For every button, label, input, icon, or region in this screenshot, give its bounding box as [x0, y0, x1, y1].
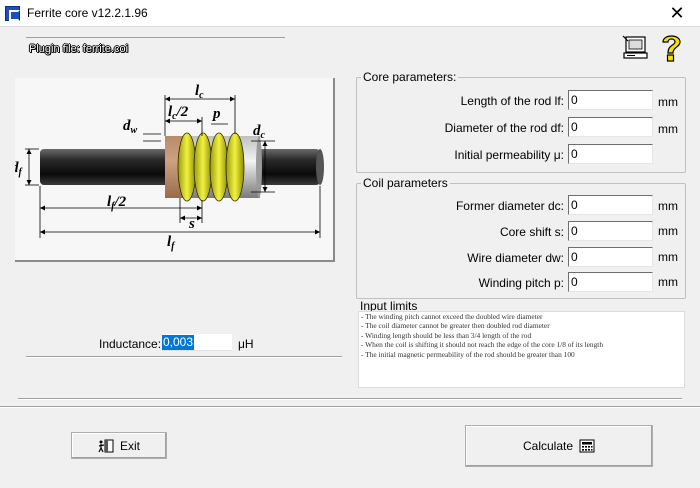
winding-pitch-unit: mm — [658, 275, 678, 289]
footer-separator — [18, 398, 682, 400]
inductance-separator — [26, 356, 342, 358]
label-lc: lc — [195, 83, 204, 101]
computer-help-icon — [622, 35, 648, 59]
limit-line: - The initial magnetic permeability of t… — [361, 349, 575, 359]
inductance-field[interactable]: 0,003 — [162, 334, 232, 351]
core-shift-label: Core shift s: — [499, 225, 564, 239]
former-diameter-unit: mm — [658, 199, 678, 213]
exit-icon — [98, 439, 114, 452]
input-limits-box: - The winding pitch cannot exceed the do… — [358, 311, 685, 388]
limit-line: - The coil diameter cannot be greater th… — [361, 321, 550, 331]
label-lc-half: lc/2 — [168, 104, 189, 122]
permeability-input[interactable]: 0 — [568, 144, 653, 164]
window-title: Ferrite core v12.2.1.96 — [27, 6, 148, 20]
former-diameter-input[interactable]: 0 — [568, 195, 653, 215]
former-diameter-label: Former diameter dc: — [455, 199, 564, 213]
help-button[interactable] — [656, 32, 686, 64]
label-p: p — [211, 106, 221, 122]
wire-diameter-input[interactable]: 0 — [568, 247, 653, 267]
computer-help-button[interactable] — [620, 32, 650, 64]
rod-diameter-unit: mm — [658, 122, 678, 136]
rod-length-input[interactable]: 0 — [568, 90, 653, 110]
ferrite-core-drawing: lc lc/2 p dw dc df lf/2 s lf — [11, 83, 324, 252]
exit-button[interactable]: Exit — [71, 432, 167, 459]
core-shift-input[interactable]: 0 — [568, 221, 653, 241]
limit-line: - When the coil is shifting it should no… — [361, 340, 604, 350]
limit-line: - The winding pitch cannot exceed the do… — [361, 312, 543, 321]
winding-pitch-input[interactable]: 0 — [568, 272, 653, 292]
app-icon — [5, 6, 20, 21]
ferrite-core-diagram: lc lc/2 p dw dc df lf/2 s lf — [11, 78, 335, 262]
label-dc: dc — [253, 123, 266, 141]
coil-parameters-title: Coil parameters — [361, 176, 450, 190]
plugin-file-strip: Plugin file: ferrite.coi — [26, 37, 285, 62]
inductance-value: 0,003 — [162, 335, 195, 350]
inductance-label: Inductance: — [99, 337, 162, 351]
label-s: s — [188, 216, 195, 232]
label-lf-half: lf/2 — [107, 194, 127, 212]
inductance-unit: μH — [238, 337, 254, 351]
bottom-separator — [0, 406, 700, 408]
limit-line: - Winding length should be less than 3/4… — [361, 330, 532, 340]
label-df: df — [15, 160, 24, 178]
calculator-icon — [579, 439, 595, 453]
calculate-label: Calculate — [522, 439, 574, 453]
core-shift-unit: mm — [658, 224, 678, 238]
wire-diameter-unit: mm — [658, 250, 678, 264]
plugin-file-label: Plugin file: ferrite.coi — [29, 43, 129, 55]
core-parameters-title: Core parameters: — [361, 70, 459, 84]
exit-label: Exit — [119, 438, 140, 453]
close-button[interactable]: ✕ — [654, 0, 700, 27]
question-help-icon — [662, 35, 681, 62]
rod-length-unit: mm — [658, 95, 678, 109]
rod-diameter-input[interactable]: 0 — [568, 117, 653, 137]
permeability-label: Initial permeability μ: — [454, 148, 564, 162]
label-lf: lf — [167, 234, 176, 252]
wire-diameter-label: Wire diameter dw: — [467, 251, 564, 265]
rod-diameter-label: Diameter of the rod df: — [444, 121, 564, 135]
winding-pitch-label: Winding pitch p: — [478, 276, 564, 290]
rod-length-label: Length of the rod lf: — [460, 94, 564, 108]
label-dw: dw — [123, 118, 138, 136]
title-bar: Ferrite core v12.2.1.96 ✕ — [0, 0, 700, 27]
calculate-button[interactable]: Calculate — [465, 425, 653, 467]
